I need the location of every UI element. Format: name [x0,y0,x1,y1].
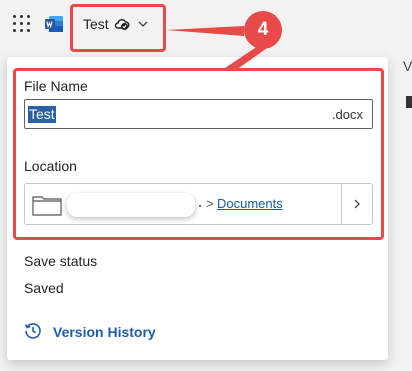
annotation-pointer [166,26,270,70]
save-status-value: Saved [24,280,64,296]
history-icon[interactable] [24,322,42,340]
annotation-highlight-details [13,68,384,240]
version-history-link[interactable]: Version History [53,324,156,340]
save-status-label: Save status [24,253,98,269]
step-number-badge: 4 [244,11,282,49]
cut-off-element [406,96,412,108]
